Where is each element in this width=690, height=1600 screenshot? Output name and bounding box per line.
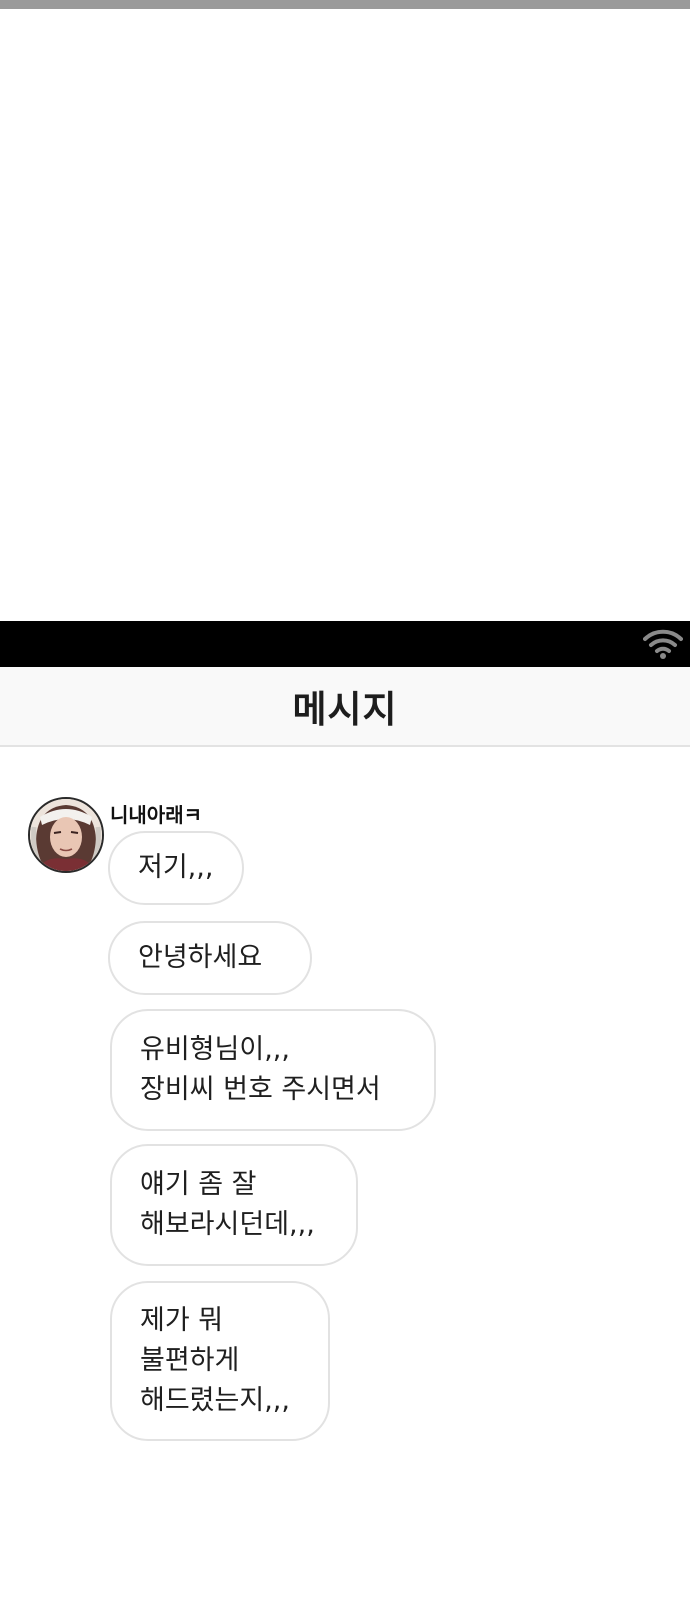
message-line: 해보라시던데,,, xyxy=(140,1209,315,1240)
wifi-icon xyxy=(643,629,683,659)
message-line: 해드렸는지,,, xyxy=(140,1385,290,1416)
message-line: 장비씨 번호 주시면서 xyxy=(140,1074,381,1105)
message-bubble[interactable]: 저기,,, xyxy=(108,831,244,905)
chat-area[interactable]: 니내아래ㅋ 저기,,, 안녕하세요 유비형님이,,, 장비씨 번호 주시면서 얘… xyxy=(0,747,690,1600)
message-bubble[interactable]: 유비형님이,,, 장비씨 번호 주시면서 xyxy=(110,1009,436,1131)
avatar[interactable] xyxy=(28,797,104,873)
page-title: 메시지 xyxy=(292,688,398,731)
blank-panel xyxy=(0,9,690,621)
status-bar xyxy=(0,621,690,667)
message-line: 얘기 좀 잘 xyxy=(140,1169,257,1200)
message-line: 저기,,, xyxy=(138,852,214,883)
message-bubble[interactable]: 제가 뭐 불편하게 해드렸는지,,, xyxy=(110,1281,330,1441)
sender-name: 니내아래ㅋ xyxy=(110,803,202,827)
message-bubble[interactable]: 얘기 좀 잘 해보라시던데,,, xyxy=(110,1144,358,1266)
app-header: 메시지 xyxy=(0,667,690,747)
message-line: 안녕하세요 xyxy=(138,942,263,973)
message-line: 불편하게 xyxy=(140,1345,240,1376)
message-line: 제가 뭐 xyxy=(140,1305,224,1336)
message-line: 유비형님이,,, xyxy=(140,1034,290,1065)
avatar-portrait xyxy=(30,799,102,871)
top-strip xyxy=(0,0,690,9)
message-bubble[interactable]: 안녕하세요 xyxy=(108,921,312,995)
